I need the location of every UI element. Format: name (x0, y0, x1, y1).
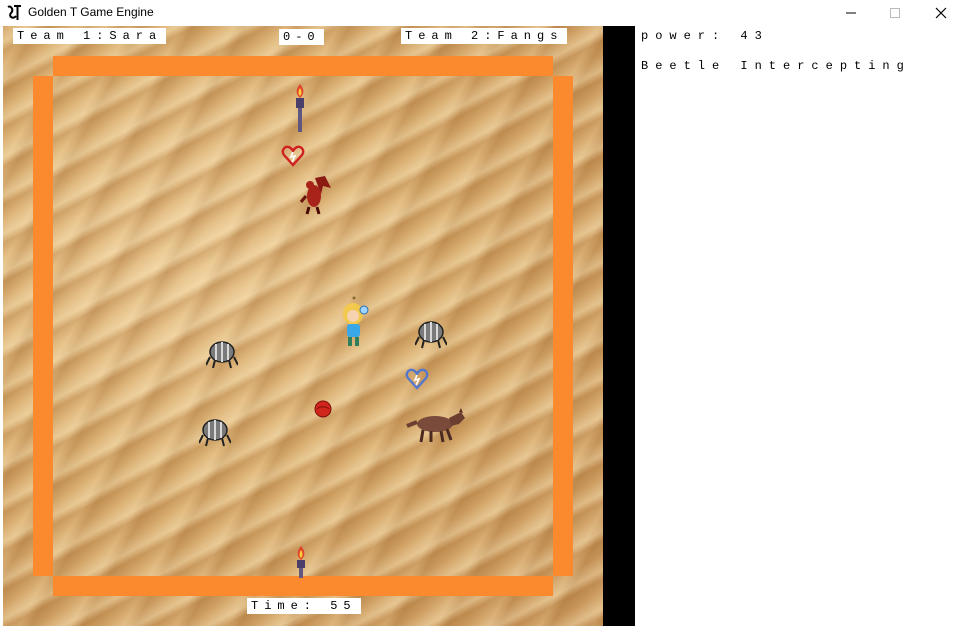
close-button[interactable] (918, 0, 964, 26)
team1-label: Team 1:Sara (13, 28, 167, 44)
panel-separator (603, 26, 635, 626)
close-icon (935, 7, 947, 19)
minimize-icon (846, 12, 856, 14)
red-ball (314, 400, 332, 418)
info-panel: power: 43 Beetle Intercepting (635, 26, 966, 626)
power-readout: power: 43 (641, 29, 769, 43)
timer-label: Time: 55 (247, 598, 361, 614)
team2-label: Team 2:Fangs (401, 28, 568, 44)
arena-border-top (53, 56, 553, 76)
window-title: Golden T Game Engine (28, 5, 154, 19)
status-readout: Beetle Intercepting (641, 59, 911, 73)
red-heart-crystal (281, 145, 305, 167)
torch-goal-top (296, 84, 304, 132)
arena-border-left (33, 76, 53, 576)
game-playfield[interactable]: Team 1:Sara 0-0 Team 2:Fangs Time: 55 (3, 26, 603, 626)
arena-border-right (553, 76, 573, 576)
window-titlebar[interactable]: Golden T Game Engine (0, 0, 966, 27)
beetle-bot (206, 341, 238, 369)
torch-goal-bottom (297, 546, 305, 578)
beetle-bot (415, 321, 447, 349)
wolf-player (406, 408, 465, 443)
red-dragon-player (299, 176, 331, 215)
maximize-icon (890, 8, 900, 18)
blue-heart-crystal (405, 368, 429, 390)
beetle-bot (199, 419, 231, 447)
golden-t-logo-icon (5, 4, 23, 22)
maximize-button[interactable] (872, 0, 918, 26)
minimize-button[interactable] (828, 0, 874, 26)
blonde-girl-player (343, 296, 369, 346)
arena-border-bottom (53, 576, 553, 596)
score-label: 0-0 (279, 29, 324, 45)
